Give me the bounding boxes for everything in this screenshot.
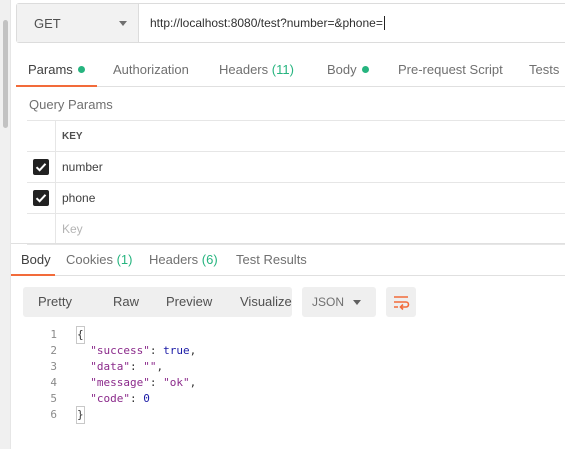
tab-response-headers[interactable]: Headers (6)	[149, 244, 218, 276]
key-column-header: KEY	[55, 121, 565, 151]
checkbox-cell	[27, 183, 55, 213]
scrollbar-thumb[interactable]	[3, 20, 8, 128]
visualize-button[interactable]: Visualize	[240, 287, 292, 317]
code-text: {	[76, 326, 85, 344]
table-row-new: Key	[27, 214, 565, 245]
json-comma: ,	[156, 360, 164, 373]
json-key: "code"	[90, 392, 130, 405]
code-line: 3 "data": "",	[11, 359, 565, 375]
code-line: 6 }	[11, 406, 565, 424]
query-params-table: KEY number phone Key	[27, 120, 565, 245]
tab-pre-request-script[interactable]: Pre-request Script	[398, 54, 503, 87]
check-icon	[35, 194, 47, 203]
param-number-checkbox[interactable]	[33, 159, 49, 175]
json-key: "success"	[90, 344, 150, 357]
table-header-row: KEY	[27, 121, 565, 152]
url-input[interactable]: http://localhost:8080/test?number=&phone…	[139, 4, 565, 42]
response-tabs: Body Cookies (1) Headers (6) Test Result…	[11, 243, 565, 276]
tab-response-body[interactable]: Body	[11, 244, 55, 276]
tab-cookies[interactable]: Cookies (1)	[66, 244, 132, 276]
request-tabs: Params Authorization Headers (11) Body P…	[16, 54, 565, 87]
response-panel: Body Cookies (1) Headers (6) Test Result…	[11, 243, 565, 449]
pretty-button[interactable]: Pretty	[38, 287, 72, 317]
tab-params-label: Params	[28, 62, 73, 77]
json-key: "data"	[90, 360, 130, 373]
tab-tests-label: Tests	[529, 62, 560, 77]
code-line: 2 "success": true,	[11, 343, 565, 359]
url-text: http://localhost:8080/test?number=&phone…	[150, 16, 383, 30]
code-line: 4 "message": "ok",	[11, 375, 565, 391]
json-value: ""	[143, 360, 157, 373]
text-cursor	[383, 16, 385, 30]
response-code-view: 1 { 2 "success": true, 3 "data": "", 4 "…	[11, 326, 565, 424]
tab-headers[interactable]: Headers (11)	[219, 54, 294, 87]
view-mode-group: Pretty Raw Preview Visualize	[23, 287, 292, 317]
body-status-dot	[361, 66, 369, 73]
json-comma: ,	[189, 376, 197, 389]
line-number: 2	[50, 344, 57, 357]
line-number: 1	[50, 328, 57, 341]
code-text: "message": "ok",	[90, 376, 197, 389]
checkbox-cell	[27, 152, 55, 182]
method-select[interactable]: GET	[17, 4, 139, 42]
wrap-lines-button[interactable]	[386, 287, 416, 317]
json-value: true	[163, 344, 190, 357]
param-key-cell[interactable]: phone	[55, 183, 565, 213]
code-text: "success": true,	[90, 344, 197, 357]
param-phone-checkbox[interactable]	[33, 190, 49, 206]
tab-body-label: Body	[327, 62, 357, 77]
code-line: 5 "code": 0	[11, 391, 565, 407]
tab-test-results-label: Test Results	[236, 252, 307, 267]
tab-authorization[interactable]: Authorization	[113, 54, 189, 87]
table-row: phone	[27, 183, 565, 214]
query-params-title: Query Params	[29, 97, 113, 112]
new-key-input[interactable]: Key	[55, 214, 565, 244]
tab-body[interactable]: Body	[327, 54, 369, 87]
json-value: 0	[143, 392, 150, 405]
tab-response-body-label: Body	[21, 252, 51, 267]
response-headers-count: (6)	[201, 252, 218, 267]
json-comma: ,	[189, 344, 197, 357]
line-number: 6	[50, 408, 57, 421]
tab-authorization-label: Authorization	[113, 62, 189, 77]
tab-pre-request-script-label: Pre-request Script	[398, 62, 503, 77]
code-line: 1 {	[11, 326, 565, 344]
tab-response-headers-label: Headers	[149, 252, 199, 267]
tab-headers-label: Headers	[219, 62, 269, 77]
json-value: "ok"	[163, 376, 190, 389]
param-key-cell[interactable]: number	[55, 152, 565, 182]
line-number: 5	[50, 392, 57, 405]
raw-button[interactable]: Raw	[113, 287, 139, 317]
headers-count: (11)	[271, 62, 294, 77]
json-key: "message"	[90, 376, 150, 389]
params-status-dot	[77, 66, 85, 73]
tab-test-results[interactable]: Test Results	[236, 244, 307, 276]
table-row: number	[27, 152, 565, 183]
format-select[interactable]: JSON	[302, 287, 376, 317]
method-label: GET	[34, 15, 61, 31]
checkbox-column-header	[27, 121, 55, 151]
chevron-down-icon	[353, 300, 361, 305]
code-text: "code": 0	[90, 392, 150, 405]
request-url-bar: GET http://localhost:8080/test?number=&p…	[16, 3, 565, 43]
preview-button[interactable]: Preview	[166, 287, 212, 317]
code-text: "data": "",	[90, 360, 164, 373]
vertical-scrollbar[interactable]	[0, 0, 11, 449]
format-label: JSON	[312, 295, 345, 309]
tab-tests[interactable]: Tests	[529, 54, 559, 87]
wrap-lines-icon	[394, 296, 410, 311]
checkbox-cell	[27, 214, 55, 244]
check-icon	[35, 163, 47, 172]
line-number: 3	[50, 360, 57, 373]
code-text: }	[76, 406, 85, 424]
line-number: 4	[50, 376, 57, 389]
cookies-count: (1)	[116, 252, 133, 267]
tab-cookies-label: Cookies	[66, 252, 113, 267]
chevron-down-icon	[119, 21, 127, 26]
tab-params[interactable]: Params	[16, 54, 97, 87]
